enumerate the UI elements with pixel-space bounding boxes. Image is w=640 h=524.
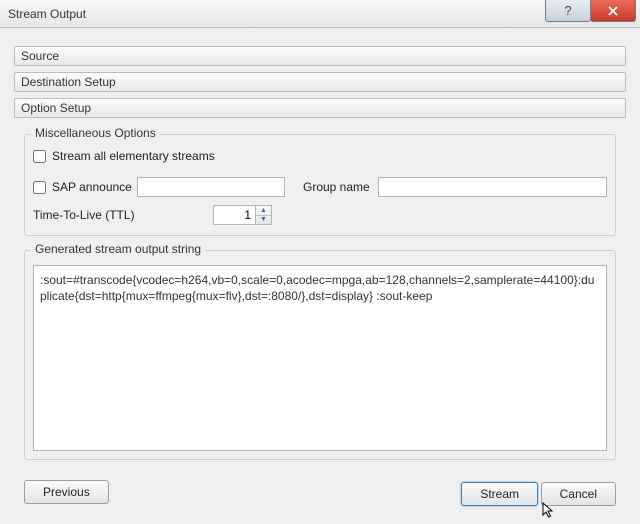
window-controls: ? (546, 0, 636, 22)
section-source-label: Source (21, 49, 59, 63)
misc-options-group: Miscellaneous Options Stream all element… (24, 134, 616, 236)
misc-options-legend: Miscellaneous Options (31, 126, 160, 140)
dialog-body: Source Destination Setup Option Setup Mi… (0, 28, 640, 524)
help-button[interactable]: ? (545, 0, 591, 22)
window-title: Stream Output (8, 7, 86, 21)
ttl-spin-buttons[interactable]: ▲ ▼ (255, 205, 272, 225)
sap-checkbox[interactable] (33, 181, 46, 194)
section-source[interactable]: Source (14, 46, 626, 66)
stream-button[interactable]: Stream (461, 482, 538, 506)
section-option[interactable]: Option Setup (14, 98, 626, 118)
section-option-label: Option Setup (21, 101, 91, 115)
ttl-spinner[interactable]: ▲ ▼ (213, 205, 273, 225)
generated-output-legend: Generated stream output string (31, 242, 205, 256)
previous-button[interactable]: Previous (24, 480, 109, 504)
group-name-label: Group name (303, 180, 370, 194)
group-name-input[interactable] (378, 177, 607, 197)
close-button[interactable] (590, 0, 636, 22)
chevron-down-icon[interactable]: ▼ (256, 216, 271, 225)
section-destination-label: Destination Setup (21, 75, 116, 89)
ttl-input[interactable] (213, 205, 255, 225)
sap-checkbox-wrap[interactable]: SAP announce (33, 180, 137, 194)
stream-all-checkbox-wrap[interactable]: Stream all elementary streams (33, 149, 215, 163)
chevron-up-icon[interactable]: ▲ (256, 206, 271, 216)
sap-input[interactable] (137, 177, 285, 197)
close-icon (608, 6, 618, 16)
generated-output-group: Generated stream output string (24, 250, 616, 460)
stream-all-checkbox[interactable] (33, 150, 46, 163)
section-destination[interactable]: Destination Setup (14, 72, 626, 92)
sap-label: SAP announce (52, 180, 132, 194)
cancel-button[interactable]: Cancel (541, 482, 616, 506)
ttl-label: Time-To-Live (TTL) (33, 208, 135, 222)
title-bar: Stream Output ? (0, 0, 640, 28)
stream-all-label: Stream all elementary streams (52, 149, 215, 163)
generated-output-textarea[interactable] (33, 265, 607, 451)
